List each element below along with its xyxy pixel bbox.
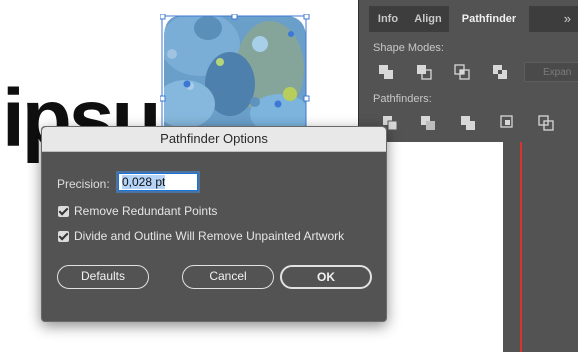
artwork-blob-illustration[interactable]	[160, 14, 310, 134]
exclude-icon[interactable]	[491, 63, 509, 81]
precision-label: Precision:	[57, 177, 110, 191]
pathfinders-label: Pathfinders:	[373, 93, 432, 105]
remove-redundant-points-label: Remove Redundant Points	[74, 204, 218, 218]
unite-icon[interactable]	[377, 63, 395, 81]
panel-tab-bar: Info Align Pathfinder	[369, 6, 578, 32]
cancel-button[interactable]: Cancel	[182, 265, 274, 289]
dialog-title: Pathfinder Options	[42, 127, 386, 152]
intersect-icon[interactable]	[453, 63, 471, 81]
outline-icon[interactable]	[537, 114, 555, 132]
divide-outline-label: Divide and Outline Will Remove Unpainted…	[74, 229, 345, 243]
shape-modes-label: Shape Modes:	[373, 42, 444, 54]
tab-align[interactable]: Align	[409, 6, 447, 32]
checkbox-checked-icon[interactable]	[58, 231, 69, 242]
ok-button[interactable]: OK	[280, 265, 372, 289]
trim-icon[interactable]	[419, 114, 437, 132]
defaults-button[interactable]: Defaults	[57, 265, 149, 289]
crop-icon[interactable]	[499, 114, 517, 132]
red-guide-line	[520, 142, 522, 352]
merge-icon[interactable]	[459, 114, 477, 132]
canvas-pasteboard-dark	[503, 142, 578, 352]
minus-front-icon[interactable]	[415, 63, 433, 81]
tab-pathfinder[interactable]: Pathfinder	[449, 6, 529, 32]
panel-expand-menu-icon[interactable]: »	[564, 6, 571, 32]
expand-button[interactable]: Expan	[524, 62, 578, 82]
checkbox-checked-icon[interactable]	[58, 206, 69, 217]
pathfinder-options-dialog: Pathfinder Options Precision: 0,028 pt R…	[41, 126, 387, 322]
remove-redundant-points-checkbox[interactable]: Remove Redundant Points	[58, 204, 217, 218]
precision-value: 0,028 pt	[122, 175, 166, 189]
tab-info[interactable]: Info	[369, 6, 407, 32]
divide-outline-checkbox[interactable]: Divide and Outline Will Remove Unpainted…	[58, 229, 344, 243]
precision-input[interactable]: 0,028 pt	[118, 173, 198, 191]
pathfinder-panel: Info Align Pathfinder » Shape Modes: Pat…	[358, 0, 578, 142]
